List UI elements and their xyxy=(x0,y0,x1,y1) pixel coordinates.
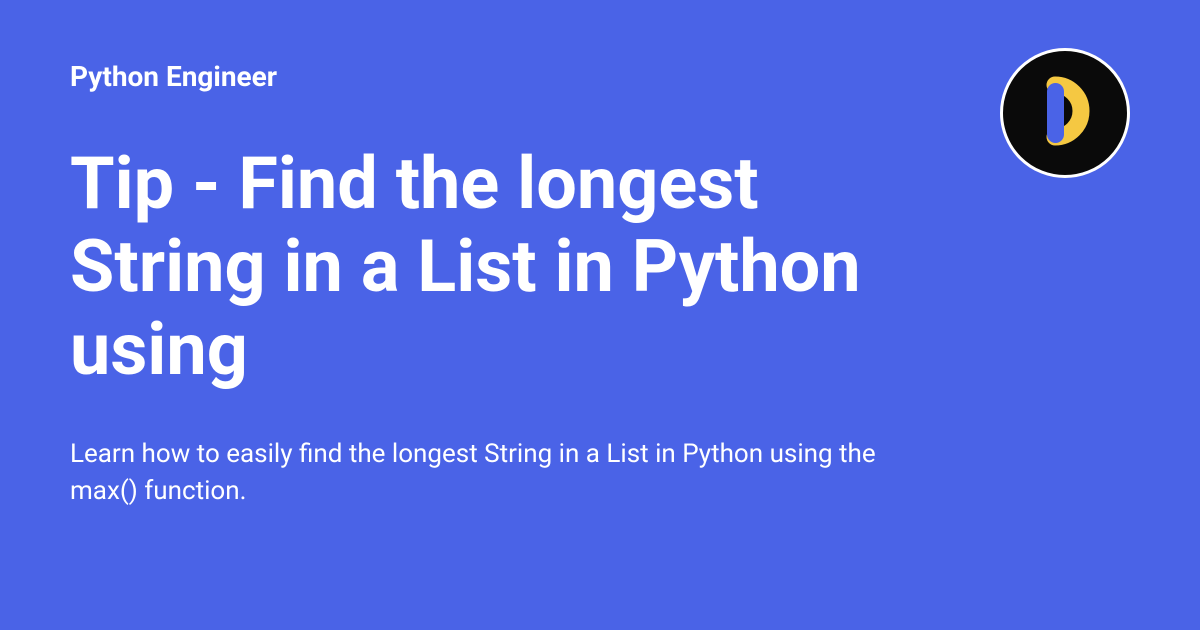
brand-name: Python Engineer xyxy=(70,60,1130,93)
logo-icon xyxy=(1025,73,1105,153)
brand-logo xyxy=(1000,48,1130,178)
article-title: Tip - Find the longest String in a List … xyxy=(70,143,890,391)
article-description: Learn how to easily find the longest Str… xyxy=(70,436,930,509)
